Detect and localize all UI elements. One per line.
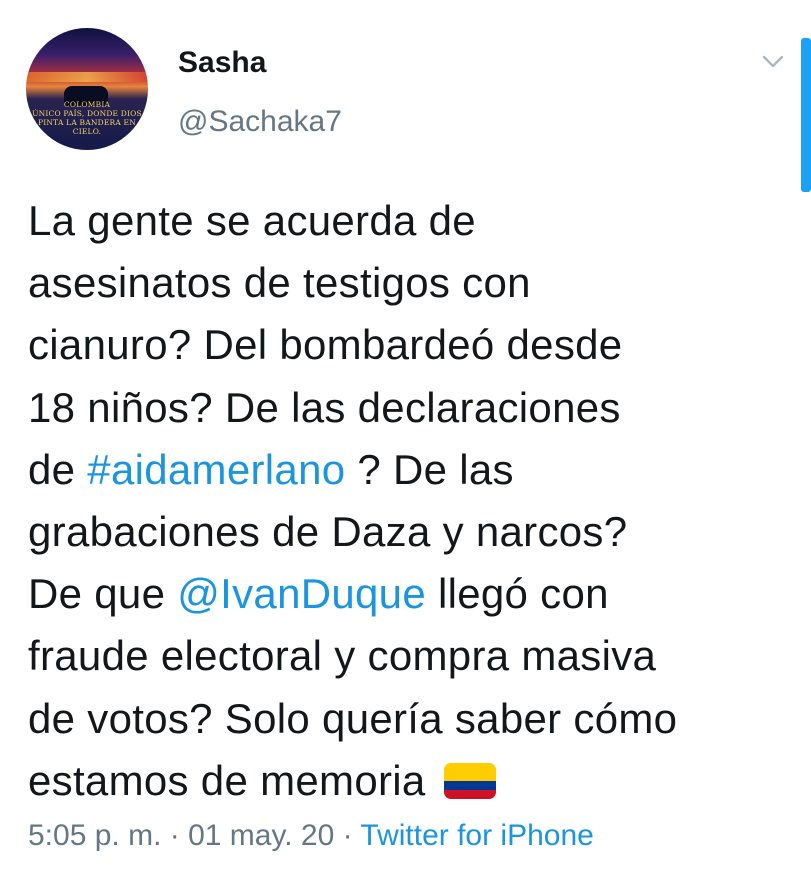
avatar[interactable]: COLOMBIA ÚNICO PAÍS, DONDE DIOS PINTA LA… — [26, 28, 148, 150]
tweet-card: COLOMBIA ÚNICO PAÍS, DONDE DIOS PINTA LA… — [0, 0, 811, 873]
tweet-text-segment: ? De las — [345, 445, 514, 493]
meta-separator: · — [161, 819, 189, 852]
tweet-text-segment: asesinatos de testigos con — [28, 259, 531, 307]
tweet-line: de #aidamerlano ? De las — [28, 439, 788, 501]
avatar-caption: COLOMBIA ÚNICO PAÍS, DONDE DIOS PINTA LA… — [32, 100, 142, 136]
tweet-text: La gente se acuerda de asesinatos de tes… — [28, 190, 788, 812]
hashtag-link[interactable]: #aidamerlano — [87, 446, 345, 493]
tweet-text-segment: de votos? Solo quería saber cómo — [28, 694, 678, 742]
tweet-date[interactable]: 01 may. 20 — [188, 819, 334, 852]
tweet-line: fraude electoral y compra masiva — [28, 625, 788, 687]
tweet-text-segment: De que — [28, 570, 178, 618]
author-handle[interactable]: @Sachaka7 — [178, 104, 342, 140]
tweet-line: 18 niños? De las declaraciones — [28, 377, 788, 439]
tweet-line: grabaciones de Daza y narcos? — [28, 501, 788, 563]
tweet-line: estamos de memoria — [28, 750, 788, 812]
tweet-text-segment: llegó con — [426, 570, 609, 618]
tweet-time[interactable]: 5:05 p. m. — [28, 819, 161, 852]
tweet-line: de votos? Solo quería saber cómo — [28, 688, 788, 750]
tweet-text-segment: de — [28, 445, 88, 493]
chevron-down-icon[interactable] — [760, 48, 786, 74]
tweet-source-link[interactable]: Twitter for iPhone — [360, 819, 593, 852]
tweet-text-segment: 18 niños? De las declaraciones — [28, 383, 621, 431]
avatar-sunset — [26, 72, 148, 82]
colombia-flag-icon — [443, 762, 496, 799]
meta-separator: · — [334, 819, 361, 852]
tweet-text-segment: grabaciones de Daza y narcos? — [28, 508, 628, 556]
tweet-text-segment: estamos de memoria — [28, 756, 426, 804]
mention-link[interactable]: @IvanDuque — [177, 570, 426, 617]
tweet-text-segment: La gente se acuerda de — [28, 197, 476, 244]
tweet-meta: 5:05 p. m. · 01 may. 20 · Twitter for iP… — [28, 818, 594, 854]
tweet-line: asesinatos de testigos con — [28, 252, 788, 314]
tweet-line: De que @IvanDuque llegó con — [28, 563, 788, 625]
tweet-line: La gente se acuerda de — [28, 190, 788, 252]
author-name[interactable]: Sasha — [178, 45, 266, 81]
tweet-line: cianuro? Del bombardeó desde — [28, 314, 788, 376]
tweet-text-segment: fraude electoral y compra masiva — [28, 632, 657, 680]
tweet-text-segment: cianuro? Del bombardeó desde — [28, 321, 623, 369]
scroll-indicator[interactable] — [801, 38, 811, 192]
